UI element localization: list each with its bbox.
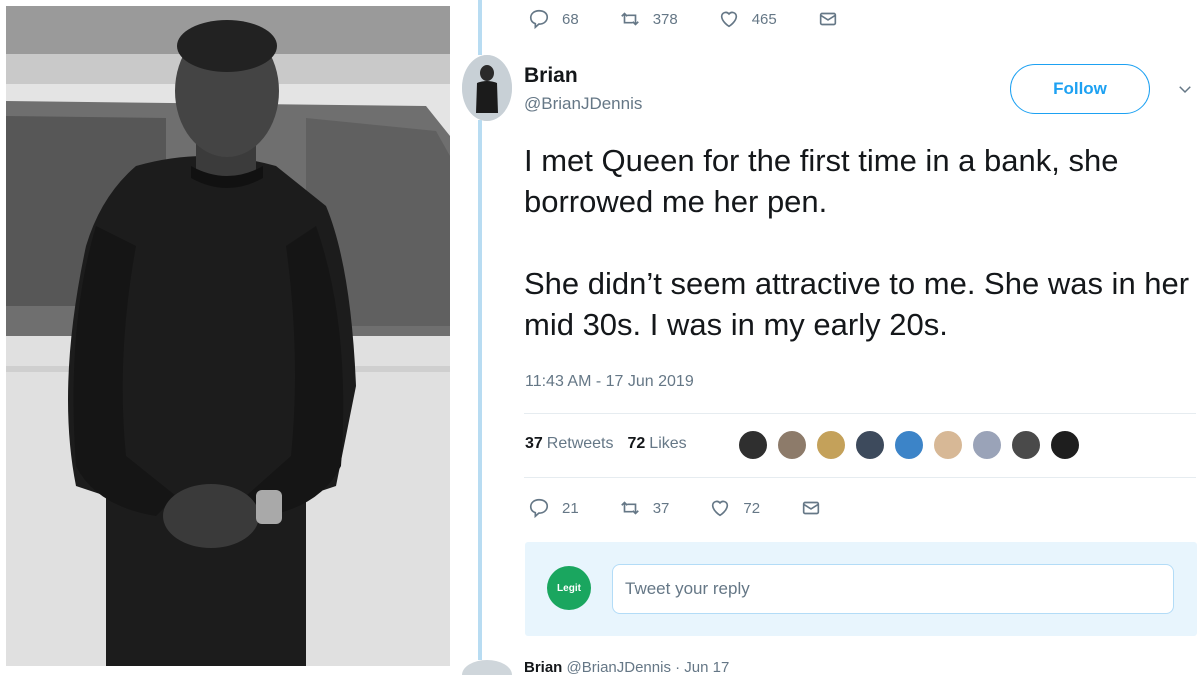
divider-rule (524, 413, 1196, 414)
liker-avatar[interactable] (933, 430, 963, 460)
dm-icon (802, 501, 820, 515)
next-tweet-name: Brian (524, 659, 563, 675)
author-handle[interactable]: @BrianJDennis (524, 94, 642, 114)
tweet-panel: 68 378 465 Brian @BrianJDennis Follow I … (462, 0, 1200, 675)
retweet-count: 378 (652, 10, 678, 28)
retweet-action[interactable]: 378 (619, 8, 678, 30)
likes-stat-count: 72 (627, 435, 646, 452)
liker-avatar[interactable] (738, 430, 768, 460)
next-tweet-avatar[interactable] (462, 660, 512, 675)
like-count: 72 (743, 499, 761, 517)
screenshot-root: 68 378 465 Brian @BrianJDennis Follow I … (0, 0, 1200, 675)
liker-avatar[interactable] (972, 430, 1002, 460)
tweet-paragraph: She didn’t seem attractive to me. She wa… (524, 266, 1190, 342)
liker-avatars (738, 430, 1089, 460)
reply-action[interactable]: 68 (528, 8, 579, 30)
like-action[interactable]: 72 (709, 497, 760, 519)
previous-tweet-actions: 68 378 465 (528, 8, 891, 30)
tweet-stats: 37 Retweets 72 Likes (525, 435, 701, 453)
liker-avatar[interactable] (894, 430, 924, 460)
reply-action[interactable]: 21 (528, 497, 579, 519)
retweets-stat-count: 37 (525, 435, 543, 452)
follow-button[interactable]: Follow (1010, 64, 1150, 114)
next-tweet-handle: @BrianJDennis · Jun 17 (566, 659, 730, 675)
retweets-stat[interactable]: 37 Retweets (525, 435, 614, 453)
reply-icon (529, 9, 549, 30)
tweet-actions: 21 37 72 (528, 497, 874, 519)
dm-icon (819, 12, 836, 26)
likes-stat[interactable]: 72 Likes (628, 435, 687, 453)
like-icon (712, 500, 729, 517)
divider-rule (524, 477, 1196, 478)
liker-avatar[interactable] (1050, 430, 1080, 460)
dm-action[interactable] (817, 8, 851, 30)
liker-avatar[interactable] (816, 430, 846, 460)
dm-action[interactable] (800, 497, 834, 519)
liker-avatar[interactable] (855, 430, 885, 460)
likes-stat-label: Likes (649, 435, 687, 452)
author-name[interactable]: Brian (524, 64, 578, 88)
author-avatar[interactable] (462, 55, 512, 121)
retweet-icon (620, 12, 639, 26)
reply-avatar: Legit (547, 566, 591, 610)
retweet-icon (620, 501, 639, 515)
thread-line-top (478, 0, 482, 55)
tweet-timestamp[interactable]: 11:43 AM - 17 Jun 2019 (525, 373, 694, 391)
reply-composer: Legit (525, 542, 1197, 636)
profile-photo (6, 6, 450, 666)
liker-avatar[interactable] (1011, 430, 1041, 460)
next-tweet-header[interactable]: Brian @BrianJDennis · Jun 17 (524, 659, 729, 675)
chevron-down-icon[interactable] (1176, 80, 1194, 98)
tweet-text: I met Queen for the first time in a bank… (524, 140, 1194, 345)
like-action[interactable]: 465 (718, 8, 777, 30)
like-icon (720, 11, 737, 28)
thread-line-bottom (478, 120, 482, 660)
reply-icon (529, 498, 549, 519)
retweets-stat-label: Retweets (546, 435, 614, 452)
retweet-action[interactable]: 37 (619, 497, 670, 519)
retweet-count: 37 (652, 499, 670, 517)
reply-input[interactable] (612, 564, 1174, 614)
liker-avatar[interactable] (777, 430, 807, 460)
reply-count: 21 (562, 499, 579, 517)
panel-divider (450, 0, 462, 675)
tweet-paragraph: I met Queen for the first time in a bank… (524, 143, 1119, 219)
like-count: 465 (751, 10, 777, 28)
reply-count: 68 (562, 10, 579, 28)
